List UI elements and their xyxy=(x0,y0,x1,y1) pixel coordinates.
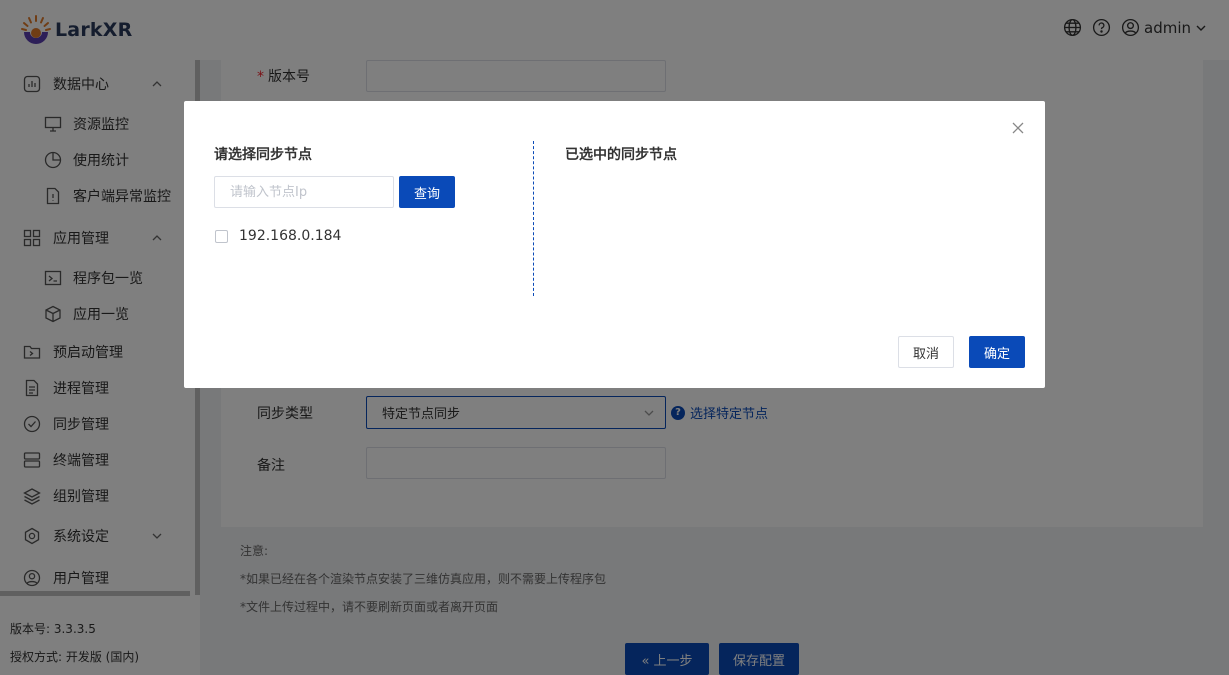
cancel-button[interactable]: 取消 xyxy=(898,336,954,368)
selected-nodes-title: 已选中的同步节点 xyxy=(565,147,677,163)
query-button[interactable]: 查询 xyxy=(399,176,455,208)
node-option[interactable]: 192.168.0.184 xyxy=(215,228,341,244)
dialog-divider xyxy=(533,141,534,296)
confirm-button[interactable]: 确定 xyxy=(969,336,1025,368)
sync-node-dialog: 请选择同步节点 查询 192.168.0.184 已选中的同步节点 取消 确定 xyxy=(184,101,1045,388)
node-checkbox[interactable] xyxy=(215,229,228,243)
close-icon[interactable] xyxy=(1011,121,1025,135)
select-nodes-title: 请选择同步节点 xyxy=(214,147,312,163)
node-ip-search-input[interactable] xyxy=(214,176,394,208)
node-ip-label: 192.168.0.184 xyxy=(239,228,342,244)
